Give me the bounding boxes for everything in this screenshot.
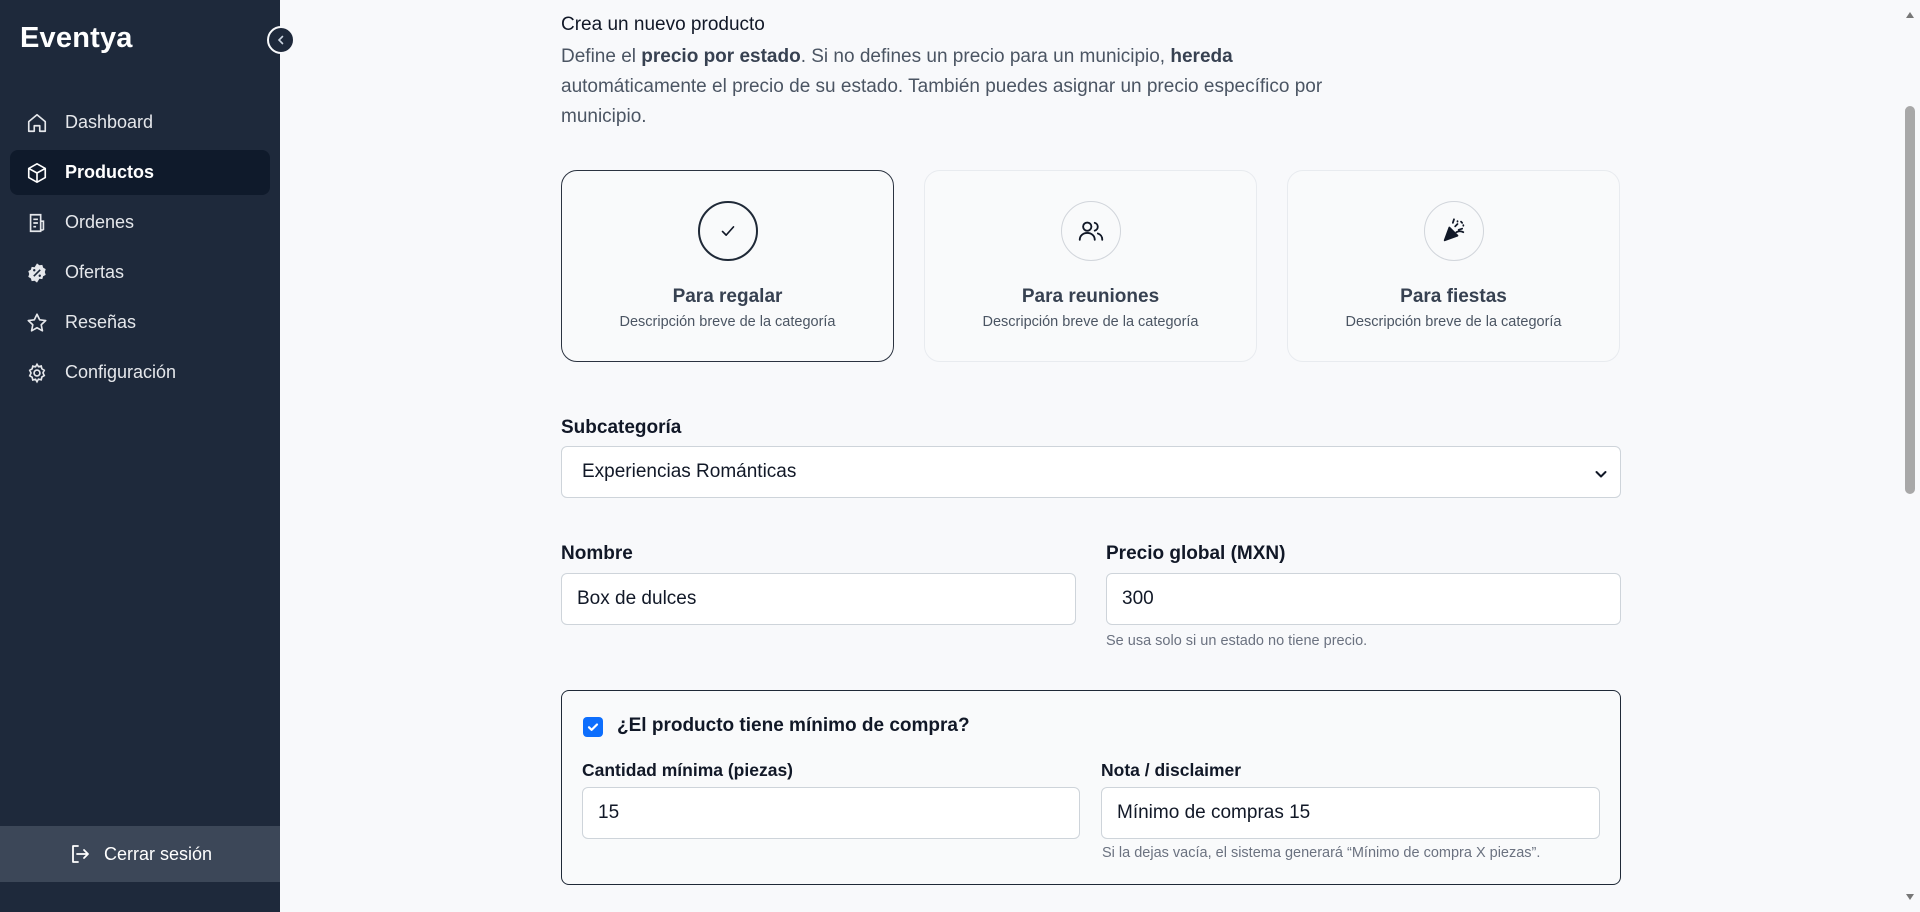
category-card-para-fiestas[interactable]: Para fiestas Descripción breve de la cat…: [1287, 170, 1620, 362]
sidebar-item-configuracion[interactable]: Configuración: [10, 350, 270, 395]
min-qty-value: 15: [598, 802, 620, 823]
category-title: Para regalar: [672, 286, 783, 307]
price-value: 300: [1122, 588, 1154, 609]
minimum-purchase-label: ¿El producto tiene mínimo de compra?: [617, 715, 970, 736]
category-title: Para reuniones: [1021, 286, 1160, 307]
subcategory-select[interactable]: Experiencias Románticas: [561, 446, 1621, 498]
sidebar-nav: Dashboard Productos Ordenes Ofertas Rese…: [10, 100, 270, 400]
category-card-para-reuniones[interactable]: Para reuniones Descripción breve de la c…: [924, 170, 1257, 362]
minimum-purchase-checkbox[interactable]: [583, 717, 603, 737]
category-title: Para fiestas: [1400, 286, 1507, 307]
scroll-up-arrow-icon[interactable]: [1905, 6, 1915, 24]
check-icon: [698, 201, 758, 261]
receipt-icon: [25, 211, 49, 235]
chevron-down-icon: [1594, 465, 1608, 487]
name-input[interactable]: Box de dulces: [561, 573, 1076, 625]
users-icon: [1061, 201, 1121, 261]
note-help-text: Si la dejas vacía, el sistema generará “…: [1102, 845, 1541, 861]
category-card-para-regalar[interactable]: Para regalar Descripción breve de la cat…: [561, 170, 894, 362]
sidebar-item-ordenes[interactable]: Ordenes: [10, 200, 270, 245]
sidebar-item-ofertas[interactable]: Ofertas: [10, 250, 270, 295]
min-qty-label: Cantidad mínima (piezas): [582, 760, 794, 780]
logout-label: Cerrar sesión: [103, 843, 213, 864]
category-description: Descripción breve de la categoría: [982, 314, 1199, 330]
home-icon: [25, 111, 49, 135]
gear-icon: [25, 361, 49, 385]
subcategory-value: Experiencias Románticas: [582, 461, 797, 482]
note-input[interactable]: Mínimo de compras 15: [1101, 787, 1600, 839]
sidebar-item-resenas[interactable]: Reseñas: [10, 300, 270, 345]
note-value: Mínimo de compras 15: [1117, 802, 1311, 823]
intro-description: Define el precio por estado. Si no defin…: [561, 46, 1323, 127]
sidebar-item-dashboard[interactable]: Dashboard: [10, 100, 270, 145]
scrollbar-thumb[interactable]: [1905, 106, 1915, 494]
party-popper-icon: [1424, 201, 1484, 261]
name-label: Nombre: [561, 543, 633, 564]
sidebar-item-label: Productos: [65, 162, 155, 182]
min-qty-input[interactable]: 15: [582, 787, 1080, 839]
price-help-text: Se usa solo si un estado no tiene precio…: [1106, 633, 1368, 649]
logout-button[interactable]: Cerrar sesión: [0, 826, 280, 882]
sidebar-item-productos[interactable]: Productos: [10, 150, 270, 195]
star-icon: [25, 311, 49, 335]
sidebar-item-label: Configuración: [65, 362, 177, 382]
category-description: Descripción breve de la categoría: [619, 314, 836, 330]
sidebar-item-label: Reseñas: [65, 312, 137, 332]
page-scrollbar[interactable]: [1900, 0, 1920, 912]
scroll-down-arrow-icon[interactable]: [1905, 888, 1915, 906]
minimum-purchase-panel: ¿El producto tiene mínimo de compra? Can…: [561, 690, 1621, 885]
name-value: Box de dulces: [577, 588, 697, 609]
category-cards: Para regalar Descripción breve de la cat…: [561, 170, 1621, 362]
chevron-left-icon: [275, 34, 287, 46]
price-label: Precio global (MXN): [1106, 543, 1286, 564]
category-description: Descripción breve de la categoría: [1345, 314, 1562, 330]
sidebar-item-label: Ordenes: [65, 212, 135, 232]
main-content: Crea un nuevo producto Define el precio …: [280, 0, 1900, 912]
brand-logo: Eventya: [20, 22, 133, 54]
note-label: Nota / disclaimer: [1101, 760, 1242, 780]
subcategory-label: Subcategoría: [561, 417, 682, 438]
discount-badge-icon: [25, 261, 49, 285]
sidebar-item-label: Dashboard: [65, 112, 154, 132]
page-title: Crea un nuevo producto: [561, 14, 765, 35]
sidebar: Eventya Dashboard Productos Ordenes Ofer…: [0, 0, 280, 912]
sidebar-item-label: Ofertas: [65, 262, 125, 282]
price-input[interactable]: 300: [1106, 573, 1621, 625]
logout-icon: [68, 842, 92, 866]
sidebar-collapse-button[interactable]: [267, 26, 295, 54]
box-icon: [25, 161, 49, 185]
